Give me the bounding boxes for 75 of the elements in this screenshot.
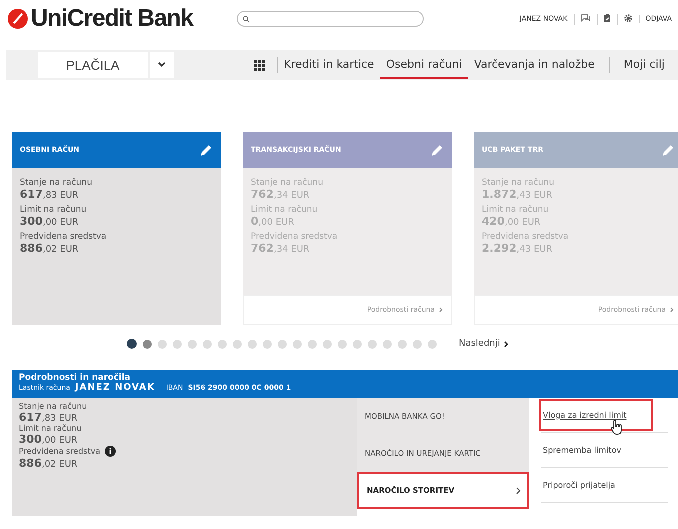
amount-value: 1.872,43 EUR bbox=[482, 188, 554, 201]
field-label: Stanje na računu bbox=[19, 402, 88, 411]
amount-value: 762,34 EUR bbox=[251, 188, 311, 201]
service-link[interactable]: Vloga za izredni limit bbox=[541, 401, 651, 429]
settings-icon[interactable] bbox=[624, 14, 633, 22]
field-label: Predvidena sredstva bbox=[20, 232, 108, 242]
details-title: Podrobnosti in naročila bbox=[19, 373, 132, 383]
amount-value: 420,00 EUR bbox=[482, 215, 542, 228]
bank-logo[interactable]: UniCredit Bank bbox=[31, 5, 194, 33]
grid-icon[interactable] bbox=[254, 60, 265, 70]
search-field[interactable] bbox=[237, 11, 424, 27]
pager-dot[interactable] bbox=[323, 340, 332, 348]
pager-dot[interactable] bbox=[338, 340, 347, 348]
pencil-icon[interactable] bbox=[662, 144, 675, 156]
pager-dot[interactable] bbox=[398, 340, 407, 348]
nav-tab[interactable]: Krediti in kartice bbox=[278, 52, 380, 78]
chevron-right-icon bbox=[670, 307, 674, 313]
search-icon bbox=[243, 16, 250, 22]
pager-dot[interactable] bbox=[428, 340, 437, 348]
field-label: Limit na računu bbox=[20, 205, 88, 215]
amount-value: 2.292,43 EUR bbox=[482, 242, 554, 255]
info-icon[interactable] bbox=[104, 446, 116, 457]
pager-dot[interactable] bbox=[233, 340, 242, 348]
chevron-right-icon bbox=[504, 340, 510, 348]
field-label: Limit na računu bbox=[251, 205, 319, 215]
chat-icon[interactable] bbox=[580, 14, 591, 22]
field-label: Limit na računu bbox=[482, 205, 550, 215]
pager-dot[interactable] bbox=[368, 340, 377, 348]
pager-dot[interactable] bbox=[127, 339, 137, 349]
pager-dot[interactable] bbox=[278, 340, 287, 348]
pager-dot[interactable] bbox=[248, 340, 257, 348]
pager-dot[interactable] bbox=[353, 340, 362, 348]
amount-value: 617,83 EUR bbox=[20, 188, 80, 201]
chevron-right-icon bbox=[439, 307, 443, 313]
pager-dot[interactable] bbox=[263, 340, 272, 348]
pager-dot[interactable] bbox=[218, 340, 227, 348]
nav-tab[interactable]: Moji cilj bbox=[618, 52, 671, 78]
chevron-down-icon bbox=[158, 62, 166, 68]
service-link[interactable]: Sprememba limitov bbox=[541, 436, 624, 464]
pager-dot[interactable] bbox=[383, 340, 392, 348]
field-label: Predvidena sredstva bbox=[482, 232, 570, 242]
amount-value: 762,34 EUR bbox=[251, 242, 311, 255]
pager-dot[interactable] bbox=[158, 340, 167, 348]
amount-value: 617,83 EUR bbox=[19, 411, 79, 424]
pencil-icon[interactable] bbox=[431, 144, 444, 156]
field-label: Predvidena sredstva bbox=[251, 232, 339, 242]
field-label: Limit na računu bbox=[19, 424, 82, 433]
field-label: Stanje na računu bbox=[482, 178, 556, 188]
pager-dot[interactable] bbox=[308, 340, 317, 348]
pager-dot[interactable] bbox=[293, 340, 302, 348]
pencil-icon[interactable] bbox=[200, 144, 213, 156]
amount-value: 300,00 EUR bbox=[20, 215, 80, 228]
field-label: Stanje na računu bbox=[251, 178, 324, 188]
amount-value: 886,02 EUR bbox=[20, 242, 80, 255]
dropdown-button[interactable] bbox=[150, 52, 174, 78]
nav-tab[interactable]: Osebni računi bbox=[380, 52, 468, 78]
pager-dot[interactable] bbox=[188, 340, 197, 348]
amount-value: 886,02 EUR bbox=[19, 457, 79, 470]
field-label: Stanje na računu bbox=[20, 178, 94, 188]
pager-dot[interactable] bbox=[203, 340, 212, 348]
amount-value: 300,00 EUR bbox=[19, 433, 79, 446]
logo-icon bbox=[8, 9, 28, 29]
pager-dot[interactable] bbox=[413, 340, 422, 348]
pager-dot[interactable] bbox=[143, 340, 152, 348]
hand-cursor-icon bbox=[611, 420, 623, 435]
pager-dot[interactable] bbox=[173, 340, 182, 348]
next-link[interactable]: Naslednji bbox=[459, 339, 510, 349]
section-dropdown[interactable]: PLAČILA bbox=[38, 52, 148, 78]
field-label: Predvidena sredstva bbox=[19, 447, 100, 456]
nav-tab[interactable]: Varčevanja in naložbe bbox=[468, 52, 601, 78]
chevron-right-icon bbox=[516, 486, 521, 494]
amount-value: 0,00 EUR bbox=[251, 215, 296, 228]
clipboard-icon[interactable] bbox=[604, 14, 611, 22]
service-link[interactable]: Priporoči prijatelja bbox=[541, 471, 618, 499]
owner-name: JANEZ NOVAK bbox=[75, 383, 156, 393]
